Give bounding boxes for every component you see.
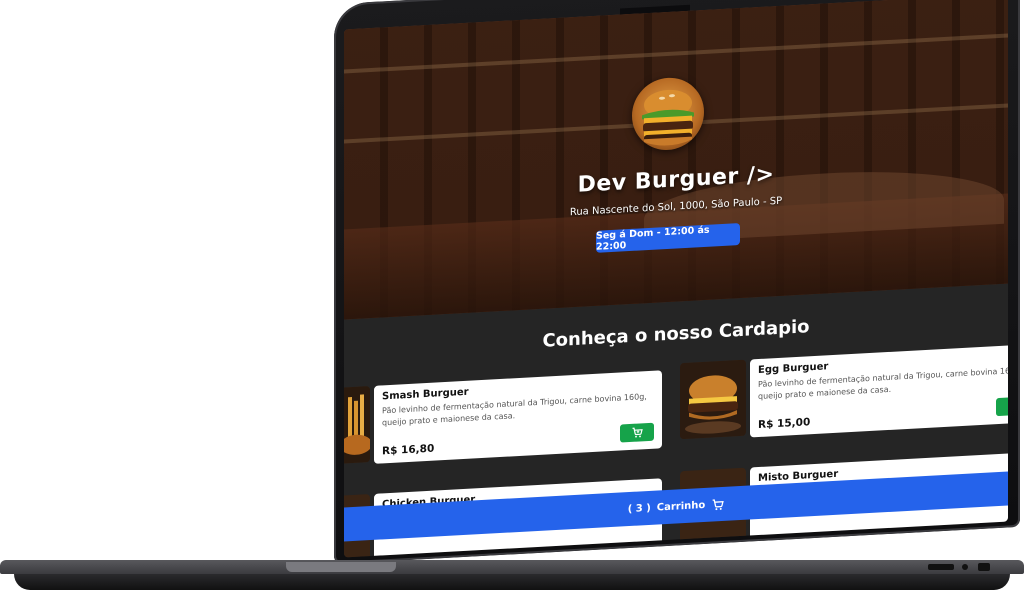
laptop-base <box>0 560 1024 596</box>
add-to-cart-button[interactable] <box>620 422 654 443</box>
menu-item-details[interactable]: Smash Burguer Pão levinho de fermentação… <box>374 370 662 464</box>
hdmi-port <box>978 563 990 571</box>
laptop-base-top <box>0 560 1024 574</box>
menu-item-photo <box>680 359 746 440</box>
sd-card-slot <box>928 564 954 570</box>
menu-item-details[interactable]: Egg Burguer Pão levinho de fermentação n… <box>750 343 1008 438</box>
cart-label: Carrinho <box>656 499 706 514</box>
laptop-lid: Dev Burguer /> Rua Nascente do Sol, 1000… <box>334 0 1020 564</box>
menu-item-price: R$ 16,80 <box>382 442 435 458</box>
cart-bar-button[interactable]: ( 3 ) Carrinho <box>344 471 1008 542</box>
laptop-base-bottom <box>14 574 1010 590</box>
fries-burger-image <box>344 386 370 466</box>
cart-count: ( 3 ) <box>627 502 651 515</box>
menu-item-card: Smash Burguer Pão levinho de fermentação… <box>344 370 662 473</box>
cart-plus-icon <box>1007 400 1008 413</box>
menu-item-price: R$ 15,00 <box>758 416 811 432</box>
restaurant-logo <box>632 75 704 152</box>
hero-decor <box>344 33 1008 74</box>
burger-logo-icon <box>642 89 694 146</box>
add-to-cart-button[interactable] <box>996 396 1008 417</box>
hero-banner: Dev Burguer /> Rua Nascente do Sol, 1000… <box>344 0 1008 320</box>
screen: Dev Burguer /> Rua Nascente do Sol, 1000… <box>344 0 1008 558</box>
menu-item-photo <box>344 386 370 466</box>
usb-c-port <box>962 564 968 570</box>
cart-icon <box>712 498 725 510</box>
menu-item-card: Egg Burguer Pão levinho de fermentação n… <box>680 343 1008 447</box>
egg-burger-image <box>680 359 746 440</box>
laptop-opening-groove <box>286 562 396 572</box>
cart-plus-icon <box>632 427 643 438</box>
